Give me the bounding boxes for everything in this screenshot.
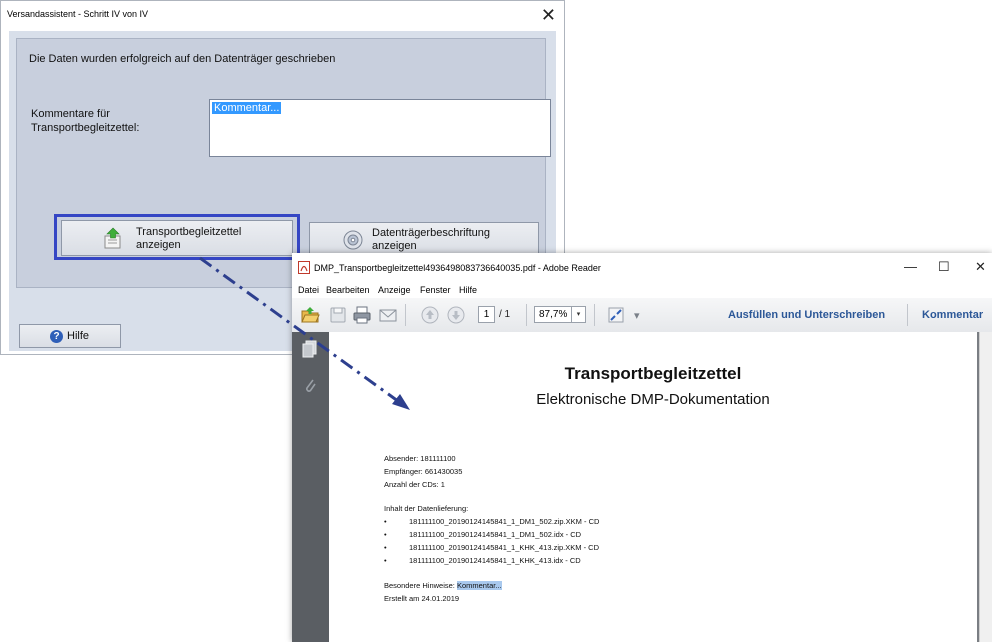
pdf-app-icon [298,261,310,274]
attachment-icon[interactable] [302,376,318,394]
comment-selected-text: Kommentar... [212,102,282,114]
zoom-value: 87,7% [539,309,568,320]
reader-title: DMP_Transportbegleitzettel49364980837366… [314,263,601,273]
zoom-select[interactable]: 87,7% ▾ [534,306,586,323]
menu-bar: Datei Bearbeiten Anzeige Fenster Hilfe [292,283,992,298]
list-item: 181111100_20190124145841_1_KHK_413.zip.X… [409,543,600,552]
notes-label: Besondere Hinweise: [384,581,457,590]
list-item: 181111100_20190124145841_1_DM1_502.idx -… [409,530,582,539]
page-number-input[interactable]: 1 [478,306,495,323]
document-title: Transportbegleitzettel [564,364,742,383]
print-icon[interactable] [352,305,372,325]
comment-label-line1: Kommentare für [31,108,110,120]
bullet: • [384,556,387,565]
help-icon: ? [50,330,63,343]
vertical-scrollbar[interactable] [979,332,992,642]
toolbar-separator [526,304,527,326]
toolbar-separator [594,304,595,326]
comment-textarea[interactable]: Kommentar... [209,99,551,157]
help-button[interactable]: ? Hilfe [19,324,121,348]
page-total: / 1 [499,309,511,320]
navigation-pane [292,332,329,642]
cd-count-line: Anzahl der CDs: 1 [384,480,445,489]
bullet: • [384,543,387,552]
help-button-label: Hilfe [67,330,90,342]
disc-icon [343,230,363,250]
notes-value: Kommentar... [456,581,502,590]
comment-label-line2: Transportbegleitzettel: [31,122,140,134]
sender-line: Absender: 181111100 [384,454,456,463]
show-disk-label-button[interactable]: Datenträgerbeschriftung anzeigen [309,222,539,256]
toolbar-separator [907,304,908,326]
highlight-frame [54,214,300,260]
pdf-reader-window: DMP_Transportbegleitzettel49364980837366… [292,253,992,642]
reader-toolbar: 1 / 1 87,7% ▾ ▾ Ausfüllen und Unterschre… [292,298,992,333]
notes-line: Besondere Hinweise: Kommentar... [384,581,502,590]
open-folder-icon[interactable] [300,305,320,325]
status-message: Die Daten wurden erfolgreich auf den Dat… [29,53,336,65]
disk-button-label: Datenträgerbeschriftung anzeigen [372,227,490,253]
page-up-icon[interactable] [420,305,440,325]
wizard-panel: Die Daten wurden erfolgreich auf den Dat… [16,38,551,288]
comment-link[interactable]: Kommentar [922,309,983,321]
reader-titlebar[interactable]: DMP_Transportbegleitzettel49364980837366… [292,253,992,283]
maximize-button[interactable]: ☐ [938,259,950,275]
list-item: 181111100_20190124145841_1_DM1_502.zip.X… [409,517,600,526]
chevron-down-icon[interactable]: ▾ [571,307,585,322]
document-subtitle: Elektronische DMP-Dokumentation [536,391,770,408]
toolbar-separator [405,304,406,326]
wizard-close-button[interactable]: ✕ [541,5,556,25]
minimize-button[interactable]: — [904,259,917,274]
created-line: Erstellt am 24.01.2019 [384,594,460,603]
recipient-line: Empfänger: 661430035 [384,467,463,476]
pdf-page: Transportbegleitzettel Elektronische DMP… [329,332,977,642]
bullet: • [384,517,387,526]
menu-anzeige[interactable]: Anzeige [378,285,411,295]
disk-button-line1: Datenträgerbeschriftung [372,227,491,239]
menu-fenster[interactable]: Fenster [420,285,451,295]
toolbar-more-icon[interactable]: ▾ [634,309,640,322]
page-down-icon[interactable] [446,305,466,325]
wizard-titlebar[interactable]: Versandassistent - Schritt IV von IV ✕ [1,1,564,31]
document-area: Transportbegleitzettel Elektronische DMP… [329,332,992,642]
fill-and-sign-link[interactable]: Ausfüllen und Unterschreiben [728,309,885,321]
comment-label: Kommentare für Transportbegleitzettel: [31,107,181,135]
pages-icon[interactable] [302,340,318,358]
menu-datei[interactable]: Datei [298,285,319,295]
menu-bearbeiten[interactable]: Bearbeiten [326,285,370,295]
save-icon[interactable] [328,305,348,325]
menu-hilfe[interactable]: Hilfe [459,285,477,295]
contents-heading: Inhalt der Datenlieferung: [384,504,469,513]
list-item: 181111100_20190124145841_1_KHK_413.idx -… [409,556,581,565]
bullet: • [384,530,387,539]
reader-close-button[interactable]: ✕ [975,259,986,275]
email-icon[interactable] [378,305,398,325]
wizard-title: Versandassistent - Schritt IV von IV [7,9,149,19]
fit-page-icon[interactable] [606,305,626,325]
disk-button-line2: anzeigen [372,240,417,252]
